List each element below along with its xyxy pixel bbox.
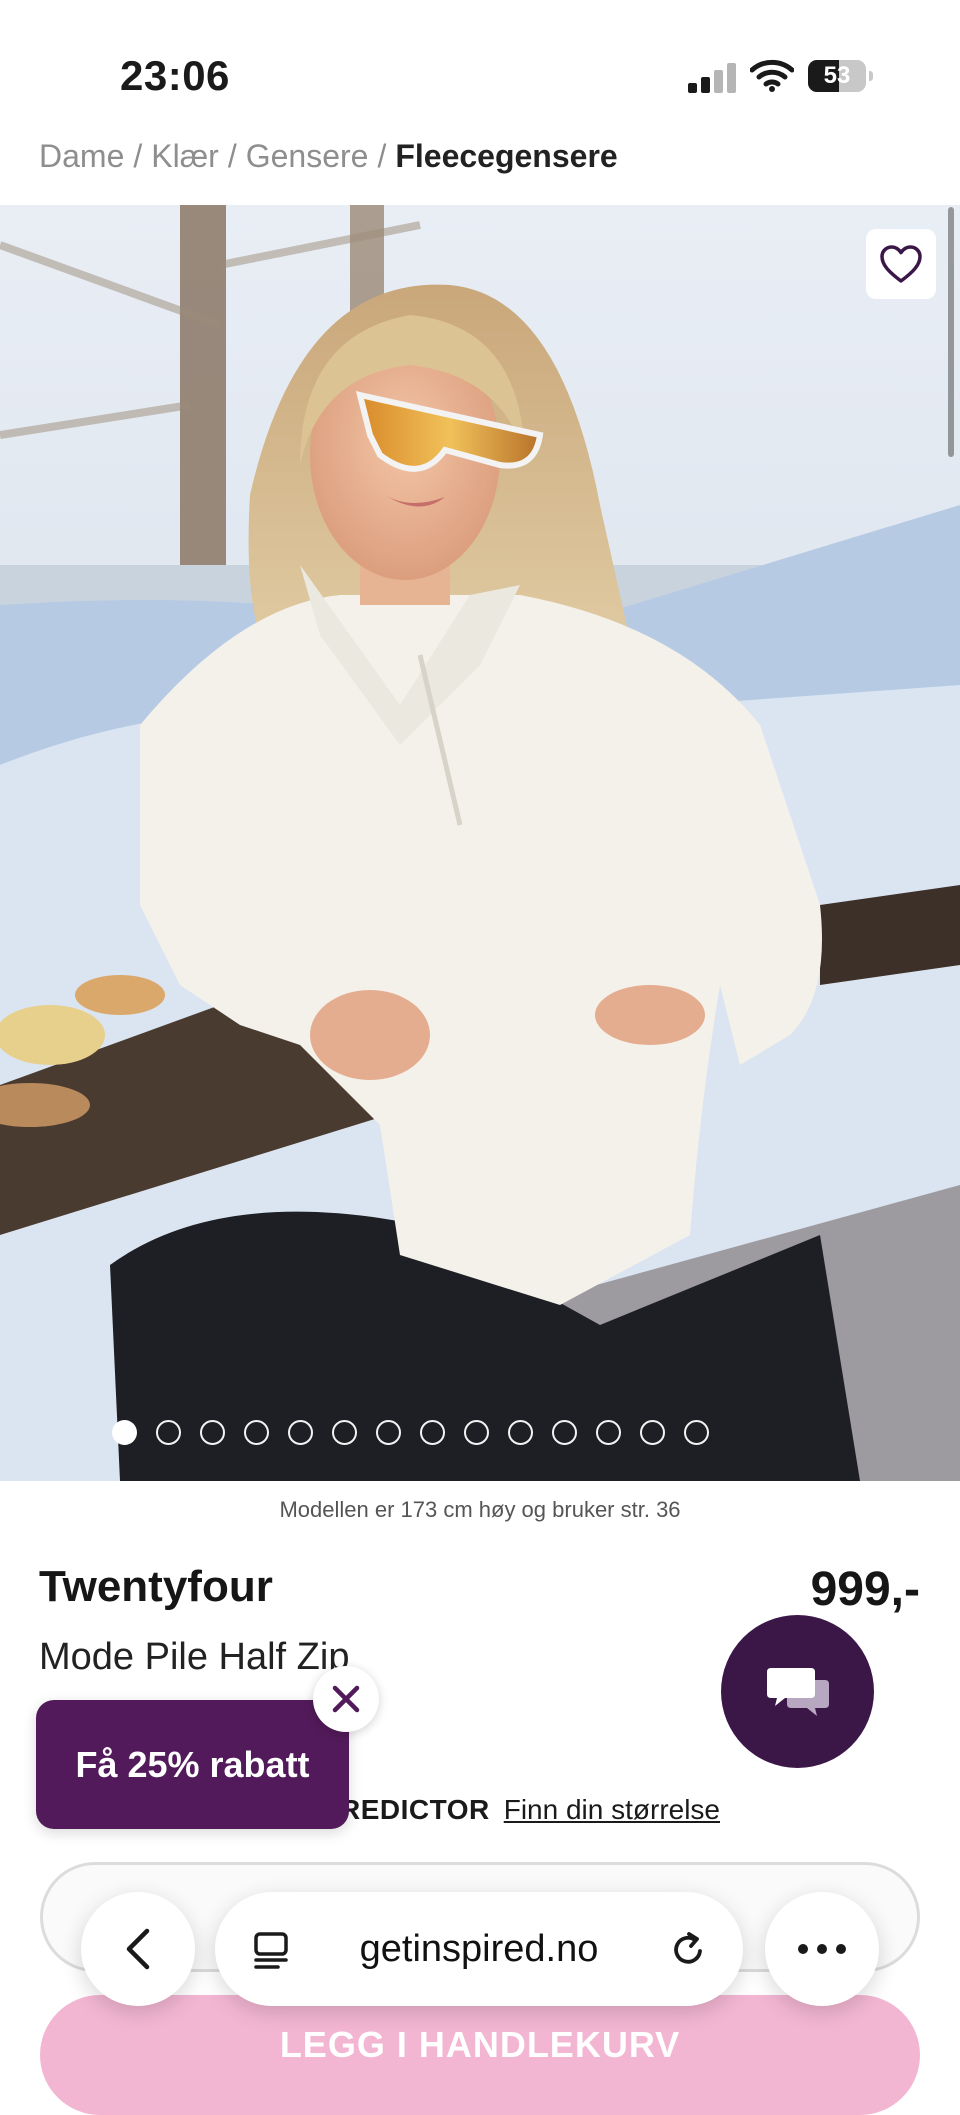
gallery-dot[interactable] [199,1420,225,1445]
breadcrumb: Dame / Klær / Gensere / Fleecegensere [39,138,618,175]
gallery-dot[interactable] [551,1420,577,1445]
browser-toolbar: getinspired.no [0,1880,960,2020]
chat-bubbles-icon [766,1667,829,1716]
gallery-dot[interactable] [639,1420,665,1445]
battery-percent: 53 [823,62,851,89]
gallery-dot[interactable] [683,1420,709,1445]
gallery-dot[interactable] [331,1420,357,1445]
gallery-dot[interactable] [595,1420,621,1445]
gallery-dot[interactable] [287,1420,313,1445]
reload-icon[interactable] [667,1928,709,1975]
gallery-dot[interactable] [463,1420,489,1445]
breadcrumb-separator: / [133,138,143,174]
page-scrollbar[interactable] [948,207,954,457]
find-size-link[interactable]: Finn din størrelse [504,1794,720,1825]
product-photo [0,205,960,1481]
breadcrumb-item-gensere[interactable]: Gensere [246,138,369,174]
breadcrumb-separator: / [227,138,237,174]
wifi-icon [749,58,795,92]
breadcrumb-item-klaer[interactable]: Klær [151,138,219,174]
browser-menu-button[interactable] [765,1892,879,2006]
gallery-dot[interactable] [507,1420,533,1445]
favorite-button[interactable] [866,229,936,299]
size-predictor-row: REDICTOR Finn din størrelse [340,1794,720,1826]
more-dots-icon [798,1944,846,1954]
model-info: Modellen er 173 cm høy og bruker str. 36 [279,1497,681,1522]
gallery-dot[interactable] [111,1420,137,1445]
gallery-dot[interactable] [419,1420,445,1445]
discount-promo-button[interactable]: Få 25% rabatt [36,1700,349,1829]
chat-button[interactable] [721,1615,874,1768]
status-bar: 23:06 53 [0,0,960,130]
product-name: Mode Pile Half Zip [39,1636,350,1678]
product-price: 999,- [810,1563,920,1616]
close-icon [332,1685,360,1713]
gallery-dot[interactable] [243,1420,269,1445]
cellular-signal-icon [688,63,738,93]
address-bar[interactable]: getinspired.no [215,1892,743,2006]
breadcrumb-separator: / [377,138,387,174]
breadcrumb-current: Fleecegensere [395,138,618,174]
promo-close-button[interactable] [313,1666,379,1732]
chevron-left-icon [126,1928,150,1970]
heart-icon [880,245,922,283]
gallery-pagination [0,1420,960,1450]
status-time: 23:06 [120,52,230,99]
gallery-dot[interactable] [155,1420,181,1445]
product-image-gallery[interactable] [0,205,960,1481]
battery-icon: 53 [808,60,874,92]
address-bar-domain: getinspired.no [359,1928,599,1970]
product-brand[interactable]: Twentyfour [39,1562,273,1612]
breadcrumb-item-dame[interactable]: Dame [39,138,124,174]
gallery-dot[interactable] [375,1420,401,1445]
browser-back-button[interactable] [81,1892,195,2006]
size-predictor-label: REDICTOR [340,1794,490,1825]
